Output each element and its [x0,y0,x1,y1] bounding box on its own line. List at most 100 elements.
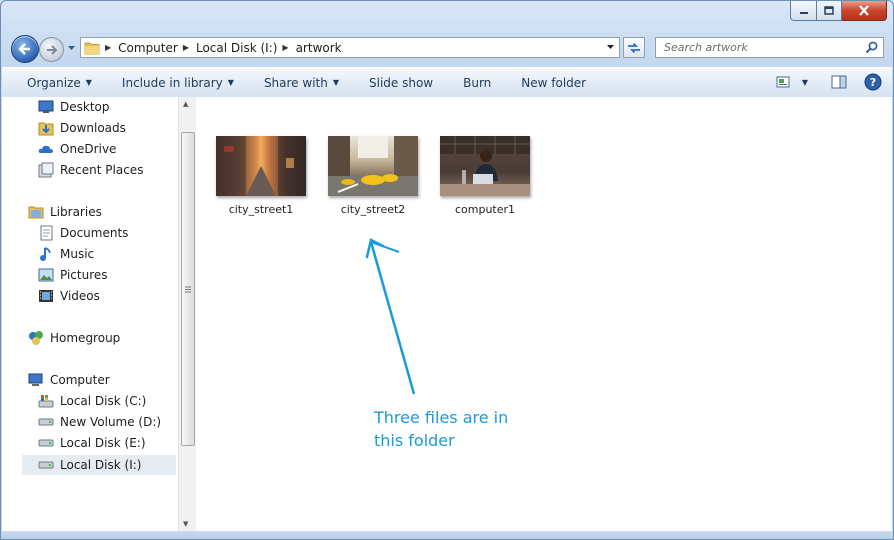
dropdown-arrow-icon: ▼ [227,78,234,87]
maximize-icon [824,5,834,15]
breadcrumb-separator[interactable]: ▶ [183,43,189,52]
breadcrumb-separator[interactable]: ▶ [282,43,288,52]
pictures-icon [38,267,54,283]
drive-icon [38,457,54,473]
sidebar-item-label: Libraries [50,205,102,219]
documents-icon [38,225,54,241]
preview-pane-button[interactable] [828,72,850,92]
minimize-icon [799,11,808,14]
breadcrumb-artwork[interactable]: artwork [296,41,342,55]
sidebar-item-local-disk-c[interactable]: Local Disk (C:) [38,391,146,411]
address-dropdown-icon[interactable] [606,44,615,50]
sidebar-item-label: Music [60,247,95,261]
sidebar-item-new-volume-d[interactable]: New Volume (D:) [38,412,161,432]
include-in-library-label: Include in library [121,75,223,90]
dropdown-arrow-icon: ▼ [332,78,339,87]
svg-text:?: ? [870,76,876,89]
system-drive-icon [38,393,54,409]
computer-icon [28,372,44,388]
videos-icon [38,288,54,304]
navigation-pane-scrollbar[interactable]: ▲ ▼ [178,97,196,531]
sidebar-item-music[interactable]: Music [38,244,94,264]
explorer-window: ▶ Computer ▶ Local Disk (I:) ▶ artwork O… [0,0,894,540]
scroll-down-icon[interactable]: ▼ [183,520,188,528]
share-with-label: Share with [263,75,328,90]
search-box[interactable] [655,37,884,58]
burn-label: Burn [463,75,492,90]
breadcrumb-separator[interactable]: ▶ [105,43,111,52]
grip-icon [185,286,191,292]
folder-icon [84,42,100,54]
sidebar-item-desktop[interactable]: Desktop [38,97,110,117]
new-folder-button[interactable]: New folder [512,72,595,94]
annotation-line-1: Three files are in [374,408,509,427]
back-arrow-icon [18,43,30,55]
annotation-line-2: this folder [374,431,455,450]
sidebar-item-label: Pictures [60,268,108,282]
file-list-area[interactable]: city_street1 city_street2 computer1 Thre… [196,97,892,531]
background-window-ghost [1,1,601,35]
sidebar-item-label: Homegroup [50,331,121,345]
help-button[interactable]: ? [862,72,884,92]
breadcrumb-computer[interactable]: Computer [118,41,178,55]
drive-icon [38,414,54,430]
recent-places-icon [38,162,54,178]
view-options-dropdown-icon[interactable]: ▼ [800,78,810,87]
desktop-icon [38,99,54,115]
sidebar-item-videos[interactable]: Videos [38,286,100,306]
organize-button[interactable]: Organize ▼ [18,72,101,94]
close-button[interactable] [842,1,887,21]
annotation-text: Three files are in this folder [374,406,508,452]
sidebar-item-pictures[interactable]: Pictures [38,265,108,285]
share-with-button[interactable]: Share with ▼ [255,72,348,94]
sidebar-item-onedrive[interactable]: OneDrive [38,139,116,159]
search-input[interactable] [662,40,866,55]
address-bar[interactable]: ▶ Computer ▶ Local Disk (I:) ▶ artwork [80,37,620,58]
include-in-library-button[interactable]: Include in library ▼ [113,72,243,94]
breadcrumb-local-disk-i[interactable]: Local Disk (I:) [196,41,277,55]
sidebar-item-label: OneDrive [60,142,117,156]
command-bar: Organize ▼ Include in library ▼ Share with… [2,67,892,98]
sidebar-item-local-disk-e[interactable]: Local Disk (E:) [38,433,146,453]
navigation-pane: Desktop Downloads OneDrive Recent Places… [2,97,196,531]
sidebar-item-label: Recent Places [60,163,144,177]
preview-pane-icon [831,75,847,89]
music-icon [38,246,54,262]
sidebar-item-libraries[interactable]: Libraries [28,202,102,222]
close-icon [859,5,869,16]
view-icon [776,76,790,88]
sidebar-item-computer[interactable]: Computer [28,370,110,390]
refresh-icon [628,42,640,53]
navigation-row: ▶ Computer ▶ Local Disk (I:) ▶ artwork [1,32,893,63]
sidebar-item-downloads[interactable]: Downloads [38,118,126,138]
sidebar-item-recent-places[interactable]: Recent Places [38,160,143,180]
downloads-icon [38,120,54,136]
annotation-arrow [365,238,416,395]
sidebar-item-label: Local Disk (E:) [60,436,146,450]
chevron-down-icon [67,46,75,50]
help-icon: ? [864,73,882,91]
dropdown-arrow-icon: ▼ [85,78,92,87]
scroll-up-icon[interactable]: ▲ [183,100,188,108]
onedrive-icon [38,141,54,157]
libraries-icon [28,204,44,220]
refresh-button[interactable] [623,37,645,58]
scrollbar-thumb[interactable] [181,132,195,446]
back-button[interactable] [11,35,39,63]
homegroup-icon [28,330,44,346]
burn-button[interactable]: Burn [454,72,500,94]
drive-icon [38,435,54,451]
sidebar-item-documents[interactable]: Documents [38,223,128,243]
forward-arrow-icon [46,44,57,55]
recent-pages-button[interactable] [65,42,77,54]
minimize-button[interactable] [790,1,817,21]
maximize-button[interactable] [817,1,842,21]
search-icon[interactable] [865,41,878,54]
sidebar-item-label: Local Disk (C:) [60,394,147,408]
sidebar-item-label: Desktop [60,100,110,114]
forward-button[interactable] [39,37,64,62]
slide-show-button[interactable]: Slide show [360,72,442,94]
sidebar-item-homegroup[interactable]: Homegroup [28,328,120,348]
change-view-button[interactable] [772,72,794,92]
sidebar-item-local-disk-i[interactable]: Local Disk (I:) [22,455,176,475]
